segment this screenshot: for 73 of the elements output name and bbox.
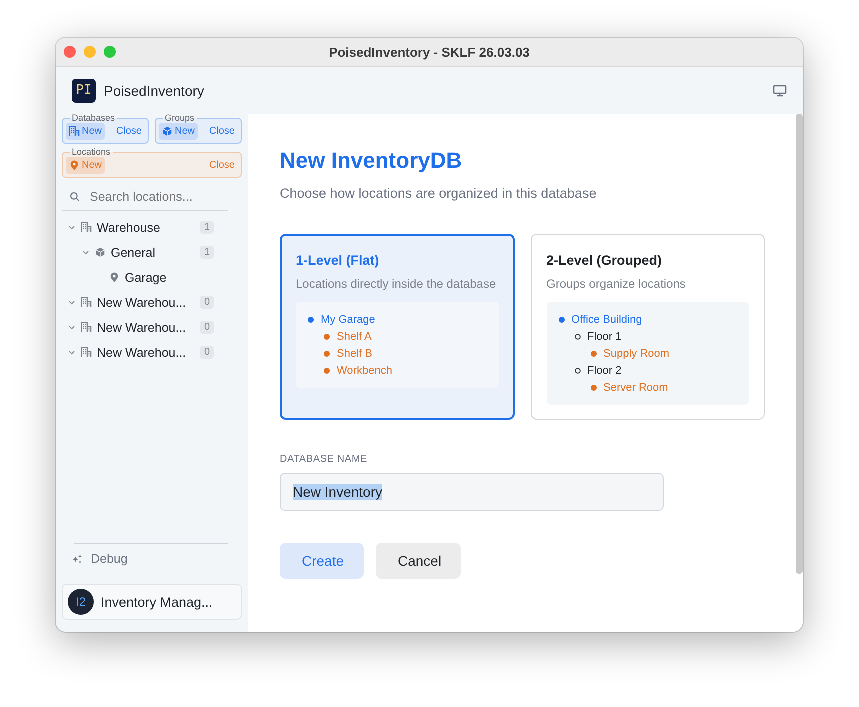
tree-item[interactable]: Warehouse [97,220,160,234]
group-legend: Databases [70,114,118,122]
chevron-down-icon[interactable] [68,298,76,306]
close-button[interactable]: Close [113,123,145,140]
chevron-down-icon[interactable] [68,348,76,356]
tree-item[interactable]: New Warehou... [97,296,186,310]
preview-item: My Garage [321,314,376,326]
group-legend: Locations [70,148,113,156]
app-logo: PI [72,78,96,102]
dot-icon [324,350,330,356]
map-pin-icon [109,272,120,283]
count-badge: 1 [200,221,214,234]
dot-icon [324,334,330,340]
circle-icon [574,334,580,340]
zoom-button[interactable] [104,46,116,58]
option-card[interactable]: 2-Level (Grouped) Groups organize locations Office Building Floor 1 Supply Room Floor 2 Server Room [530,234,765,420]
dot-icon [590,384,596,390]
tree-item[interactable]: New Warehou... [97,346,186,360]
option-description: Groups organize locations [546,276,687,292]
app-name: PoisedInventory [104,82,204,98]
debug-link[interactable]: Debug [91,552,128,566]
chevron-down-icon[interactable] [68,324,76,332]
monitor-icon[interactable] [773,84,787,96]
circle-icon [574,368,580,374]
map-pin-icon [69,160,80,171]
create-button[interactable]: Create [280,543,364,579]
option-title: 1-Level (Flat) [296,253,380,268]
preview-item: Floor 2 [588,364,622,376]
account-switcher[interactable]: I2 Inventory Manag... [62,584,242,620]
page-subtitle: Choose how locations are organized in this database [280,186,598,201]
count-badge: 0 [200,321,214,334]
tree-item[interactable]: General [111,246,156,260]
count-badge: 0 [200,296,214,309]
option-card[interactable]: 1-Level (Flat) Locations directly inside the database My Garage Shelf A Shelf B Workbench [280,234,514,420]
close-button[interactable]: Close [206,123,238,140]
name-input[interactable]: New Inventory [280,473,664,511]
building-icon [81,222,92,233]
search-icon [70,191,80,203]
count-badge: 0 [200,346,214,359]
tree-item[interactable]: New Warehou... [97,320,186,334]
tree-item[interactable]: Garage [125,270,167,284]
preview-item: Shelf B [337,348,372,360]
preview-item: Workbench [337,364,392,376]
option-title: 2-Level (Grouped) [546,253,664,268]
preview-item: Office Building [572,314,642,326]
preview-item: Supply Room [604,348,670,360]
window-title: PoisedInventory - SKLF 26.03.03 [329,44,530,60]
chevron-down-icon[interactable] [68,224,76,232]
count-badge: 1 [200,246,214,259]
preview-item: Server Room [604,382,668,394]
cancel-button[interactable]: Cancel [376,543,461,579]
building-icon [81,347,92,358]
cube-icon [95,247,106,258]
avatar: I2 [68,589,94,615]
building-icon [69,126,80,137]
dot-icon [308,316,314,322]
close-button[interactable] [64,46,76,58]
sparkles-icon [72,554,83,564]
scrollbar[interactable] [796,114,803,574]
building-icon [81,297,92,308]
option-description: Locations directly inside the database [296,276,498,292]
search-field[interactable]: Search locations... [90,190,220,204]
preview-item: Floor 1 [588,330,622,342]
chevron-down-icon[interactable] [82,248,90,256]
dot-icon [324,368,330,374]
dot-icon [590,350,596,356]
building-icon [81,322,92,333]
dot-icon [558,316,564,322]
cube-icon [162,126,173,137]
page-title: New InventoryDB [280,148,464,174]
field-label: DATABASE NAME [280,454,368,465]
preview-item: Shelf A [337,330,372,342]
group-legend: Groups [163,114,197,122]
